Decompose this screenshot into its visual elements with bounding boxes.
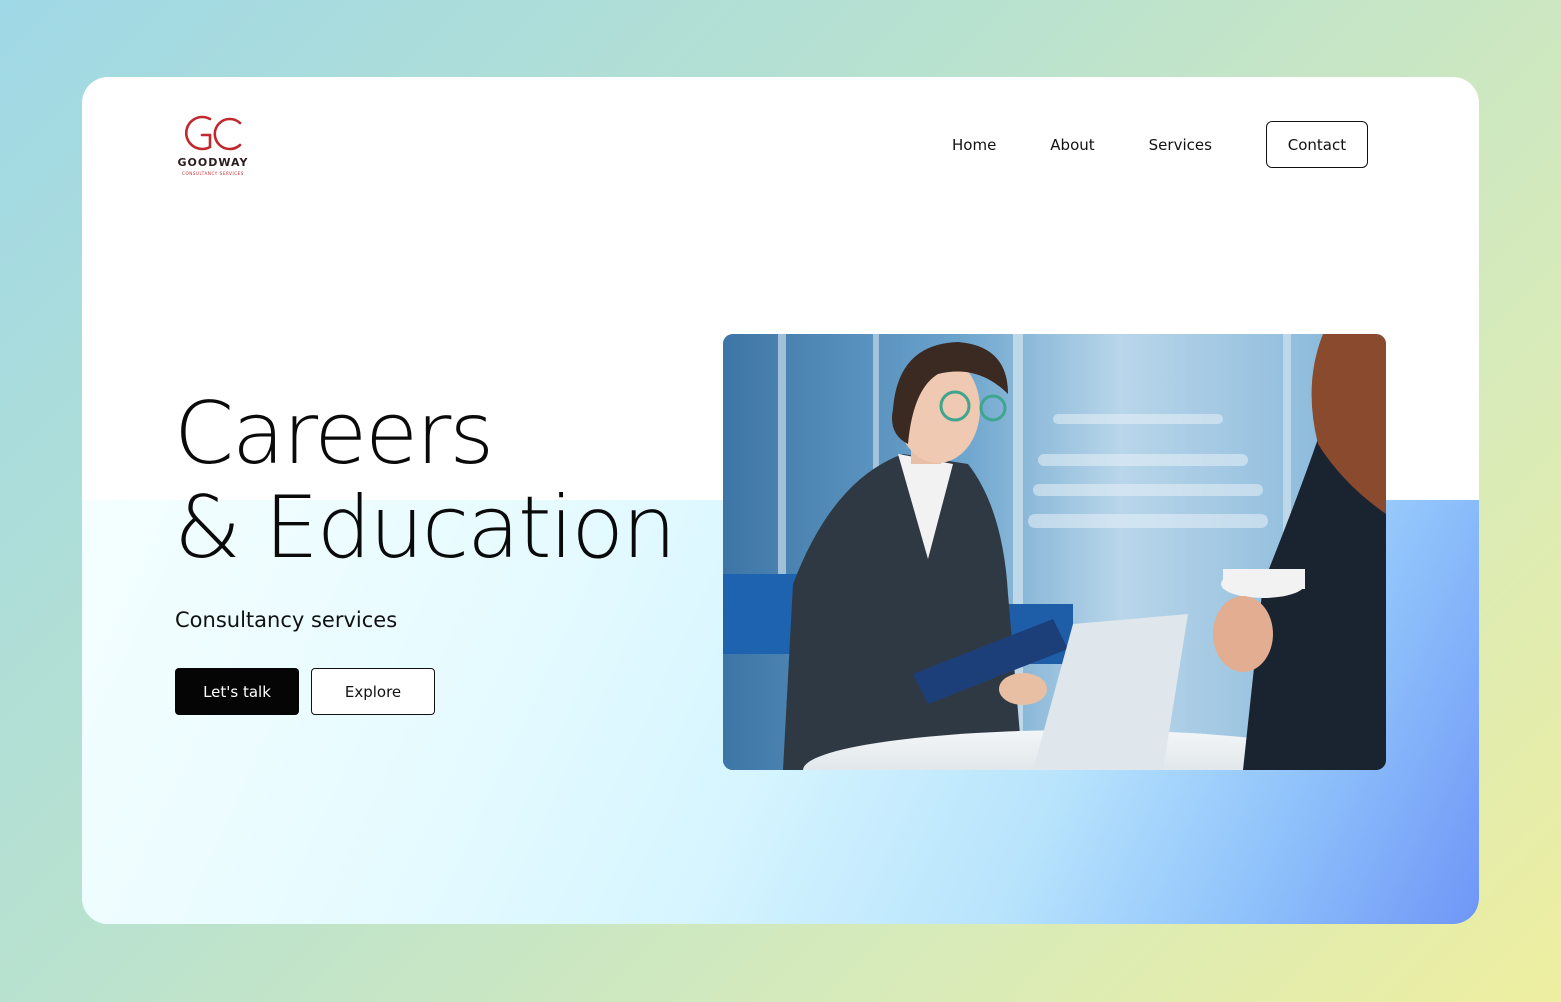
hero-card: GOODWAY CONSULTANCY SERVICES Home About … bbox=[82, 77, 1479, 924]
hero-title-line1: Careers bbox=[174, 384, 494, 484]
nav-services-link[interactable]: Services bbox=[1149, 136, 1212, 154]
brand-name: GOODWAY bbox=[177, 156, 249, 169]
nav-about-link[interactable]: About bbox=[1050, 136, 1094, 154]
contact-button[interactable]: Contact bbox=[1265, 121, 1368, 168]
business-meeting-photo-icon bbox=[723, 334, 1386, 770]
monogram-icon bbox=[184, 115, 242, 151]
main-nav: Home About Services Contact bbox=[952, 120, 1368, 169]
brand-logo[interactable]: GOODWAY CONSULTANCY SERVICES bbox=[176, 111, 250, 179]
brand-tagline: CONSULTANCY SERVICES bbox=[182, 171, 244, 176]
hero-title: Careers & Education bbox=[174, 384, 677, 578]
nav-home-link[interactable]: Home bbox=[952, 136, 996, 154]
explore-button[interactable]: Explore bbox=[311, 668, 435, 715]
hero-subtitle: Consultancy services bbox=[175, 608, 398, 632]
hero-title-line2: & Education bbox=[174, 478, 677, 578]
hero-photo bbox=[723, 334, 1386, 770]
lets-talk-button[interactable]: Let's talk bbox=[175, 668, 299, 715]
